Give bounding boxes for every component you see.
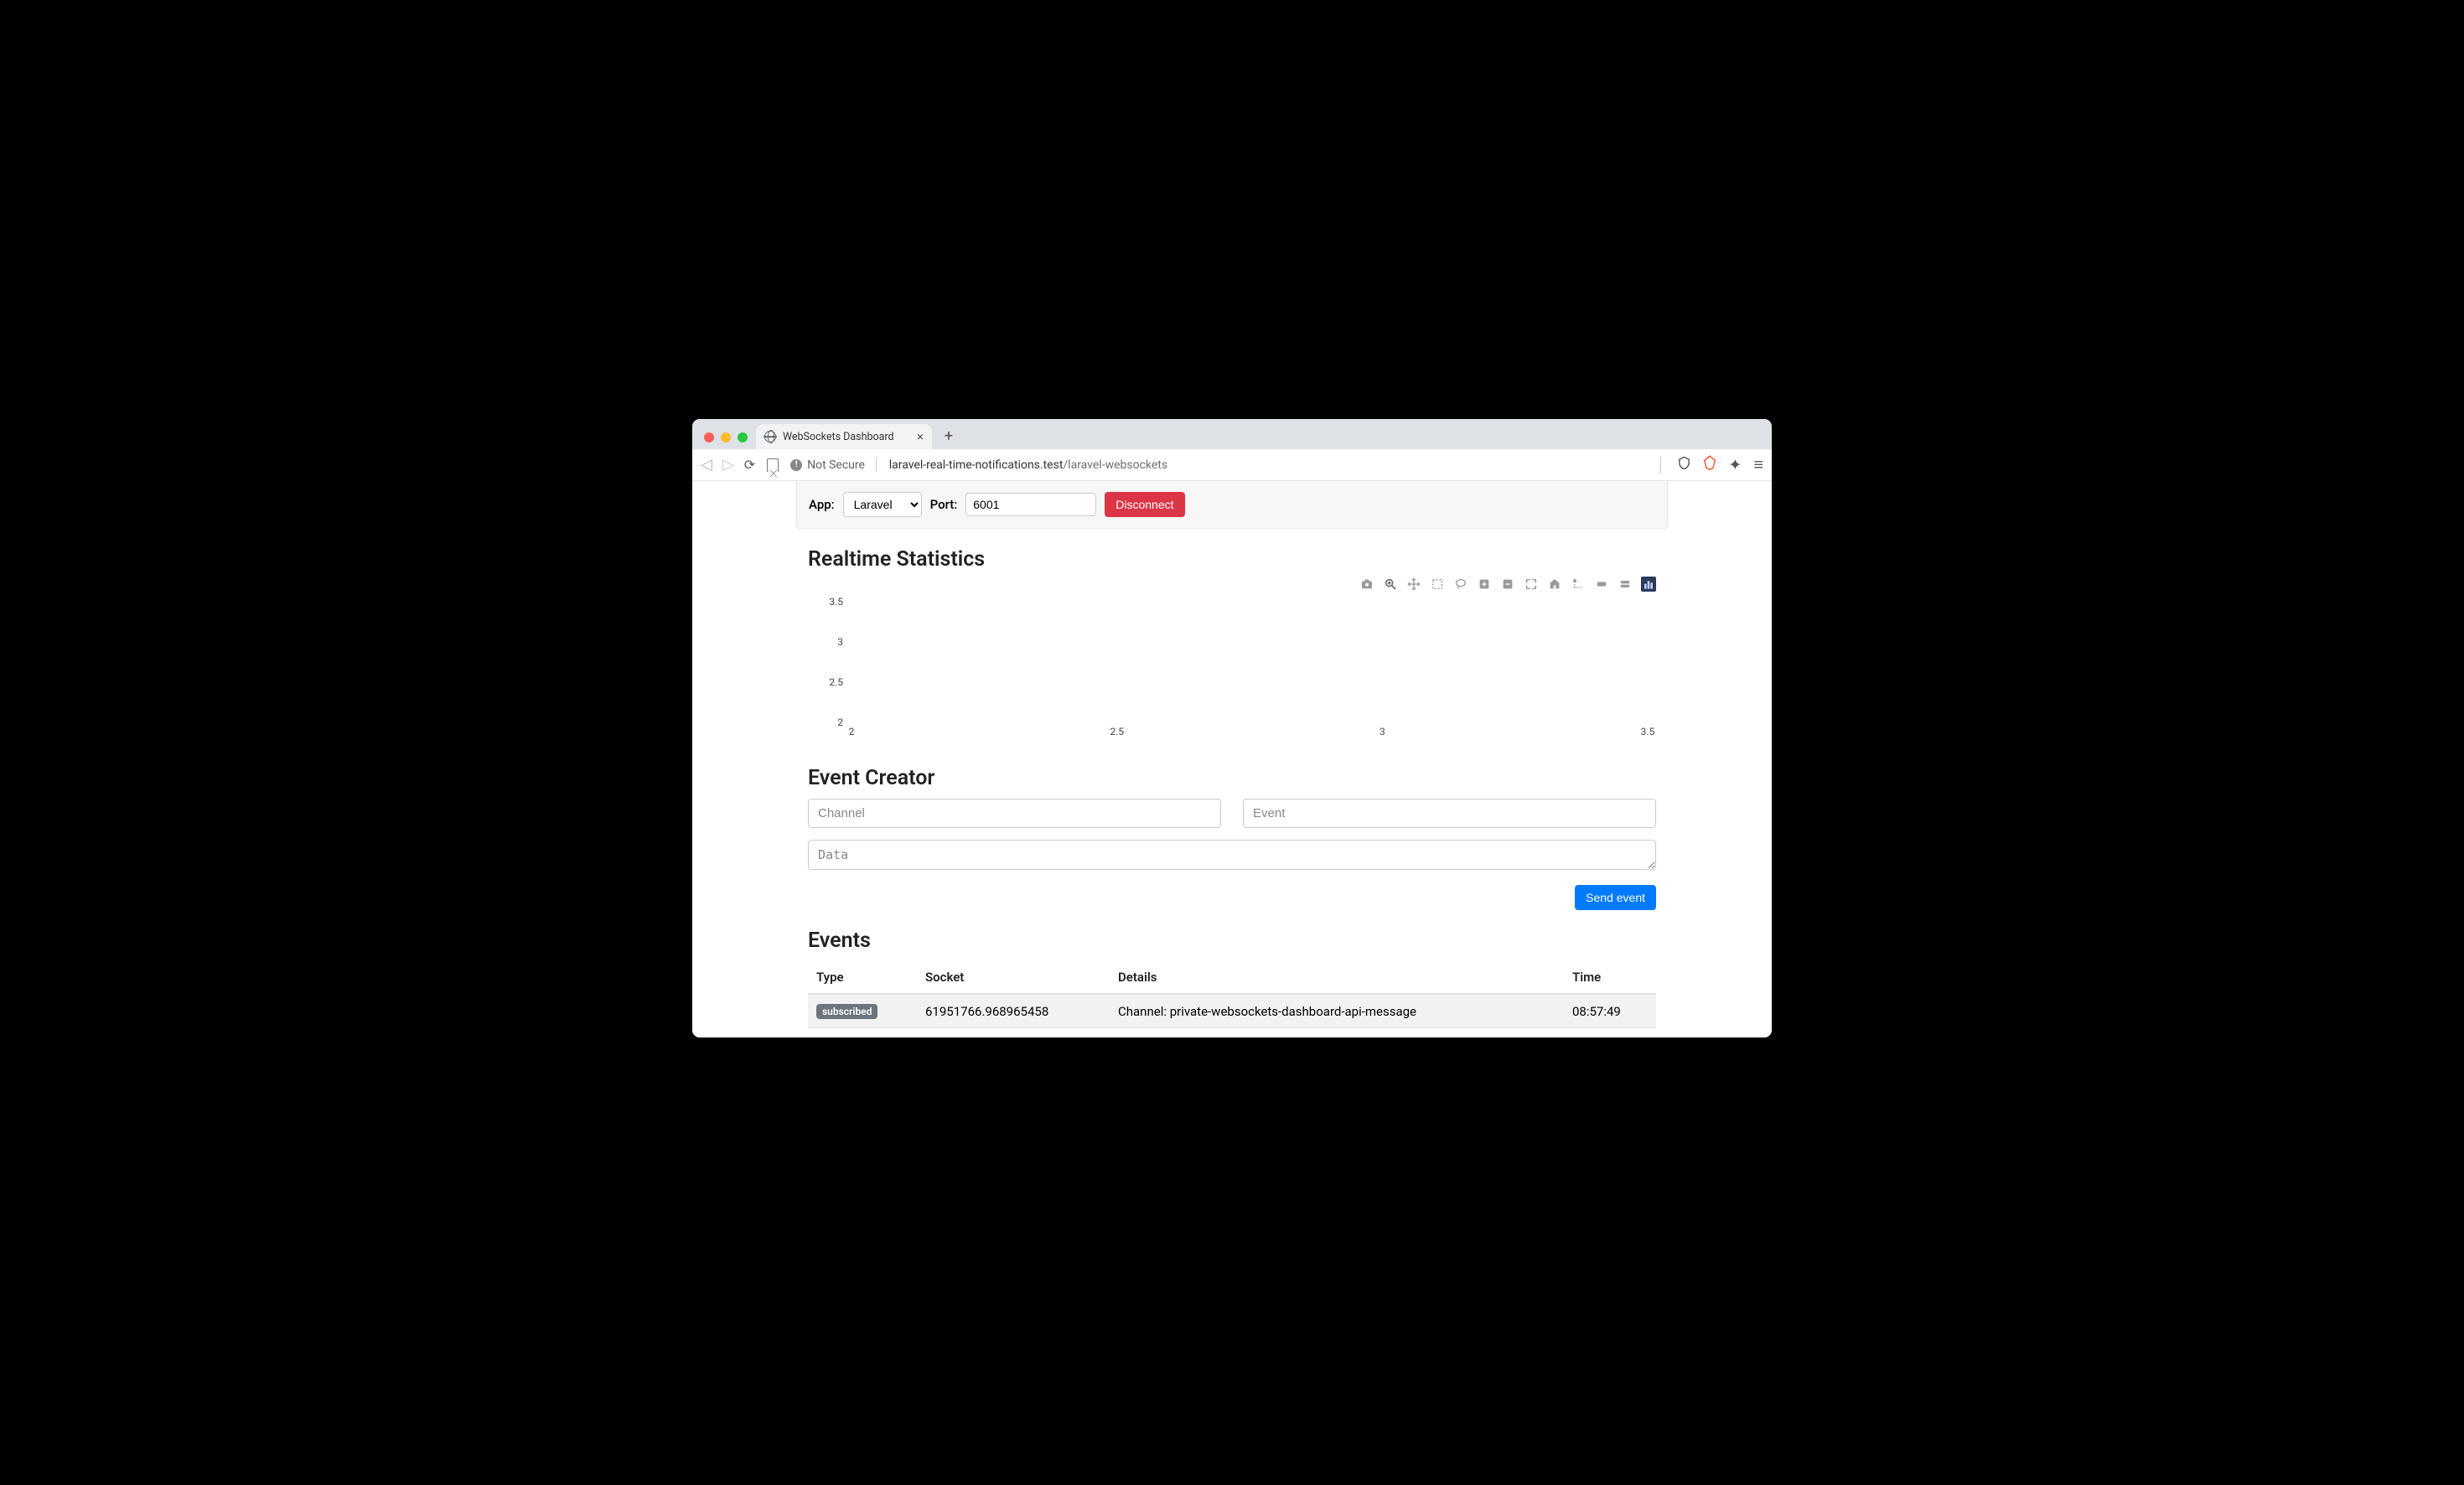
chart-plot-area	[852, 602, 1648, 722]
url-host: laravel-real-time-notifications.test	[889, 458, 1064, 472]
close-window-button[interactable]	[704, 432, 714, 442]
col-socket: Socket	[917, 961, 1110, 994]
forward-button[interactable]: ▷	[722, 456, 734, 473]
events-table: Type Socket Details Time subscribed 61951…	[808, 961, 1656, 1037]
new-tab-button[interactable]: +	[937, 424, 960, 448]
brave-icon[interactable]	[1703, 455, 1716, 474]
security-indicator[interactable]: ! Not Secure	[790, 458, 865, 472]
chart-container: 2 2.5 3 3.5 2 2.5 3 3.5	[808, 580, 1656, 748]
globe-icon	[764, 431, 776, 442]
disconnect-button[interactable]: Disconnect	[1105, 492, 1184, 517]
browser-tab[interactable]: WebSockets Dashboard ×	[756, 424, 932, 449]
back-button[interactable]: ◁	[701, 456, 712, 473]
bookmark-button[interactable]	[767, 458, 779, 472]
event-time: 08:57:49	[1564, 994, 1656, 1028]
app-select[interactable]: Laravel	[843, 492, 922, 517]
browser-toolbar: ◁ ▷ ⟳ ! Not Secure │ laravel-real-time-n…	[692, 449, 1772, 481]
port-label: Port:	[930, 497, 958, 512]
chart[interactable]: 2 2.5 3 3.5 2 2.5 3 3.5	[808, 580, 1656, 748]
y-tick: 2.5	[829, 676, 843, 688]
tab-close-button[interactable]: ×	[917, 429, 924, 444]
event-details: Channel: private-websockets-dashboard-ap…	[1110, 994, 1564, 1028]
separator: │	[873, 458, 881, 472]
y-tick: 3.5	[829, 596, 843, 608]
channel-input[interactable]	[808, 799, 1221, 828]
y-tick: 2	[837, 717, 843, 728]
event-socket: 61951766.968965458	[917, 994, 1110, 1028]
tab-title: WebSockets Dashboard	[783, 431, 894, 443]
send-event-button[interactable]: Send event	[1575, 885, 1656, 910]
browser-tabbar: WebSockets Dashboard × +	[692, 419, 1772, 449]
extensions-button[interactable]: ✦	[1728, 455, 1742, 474]
event-time: 08:57:49	[1564, 1028, 1656, 1038]
event-details: Channel: private-websockets-dashboard-ap…	[1110, 1028, 1564, 1038]
config-bar: App: Laravel Port: Disconnect	[796, 481, 1668, 529]
event-input[interactable]	[1243, 799, 1656, 828]
window-controls	[701, 432, 756, 449]
chart-x-axis: 22.533.5	[852, 726, 1648, 741]
port-input[interactable]	[965, 493, 1096, 516]
event-socket	[917, 1028, 1110, 1038]
x-tick: 3.5	[1641, 726, 1655, 737]
x-tick: 2	[849, 726, 855, 737]
y-tick: 3	[837, 636, 843, 648]
address-bar[interactable]: ! Not Secure │ laravel-real-time-notific…	[790, 458, 1645, 472]
col-details: Details	[1110, 961, 1564, 994]
col-type: Type	[808, 961, 917, 994]
shield-icon[interactable]	[1677, 456, 1691, 474]
realtime-stats-heading: Realtime Statistics	[808, 547, 1656, 572]
table-row: subscribed 61951766.968965458Channel: pri…	[808, 994, 1656, 1028]
event-type-badge: subscribed	[816, 1004, 877, 1019]
separator: │	[1657, 457, 1666, 473]
col-time: Time	[1564, 961, 1656, 994]
minimize-window-button[interactable]	[721, 432, 731, 442]
table-row: occupiedChannel: private-websockets-dash…	[808, 1028, 1656, 1038]
not-secure-label: Not Secure	[807, 458, 865, 472]
reload-button[interactable]: ⟳	[744, 457, 755, 473]
menu-button[interactable]: ≡	[1753, 454, 1763, 475]
chart-y-axis: 22.533.5	[808, 602, 848, 722]
events-heading: Events	[808, 929, 1656, 953]
page-content: App: Laravel Port: Disconnect Realtime S…	[692, 481, 1772, 1037]
maximize-window-button[interactable]	[738, 432, 748, 442]
event-creator-heading: Event Creator	[808, 766, 1656, 790]
x-tick: 3	[1380, 726, 1385, 737]
app-label: App:	[809, 497, 835, 512]
warning-icon: !	[790, 459, 802, 471]
browser-window: WebSockets Dashboard × + ◁ ▷ ⟳ ! Not Sec…	[692, 419, 1772, 1037]
url-path: /laravel-websockets	[1063, 458, 1167, 472]
data-input[interactable]	[808, 840, 1656, 870]
x-tick: 2.5	[1110, 726, 1124, 737]
